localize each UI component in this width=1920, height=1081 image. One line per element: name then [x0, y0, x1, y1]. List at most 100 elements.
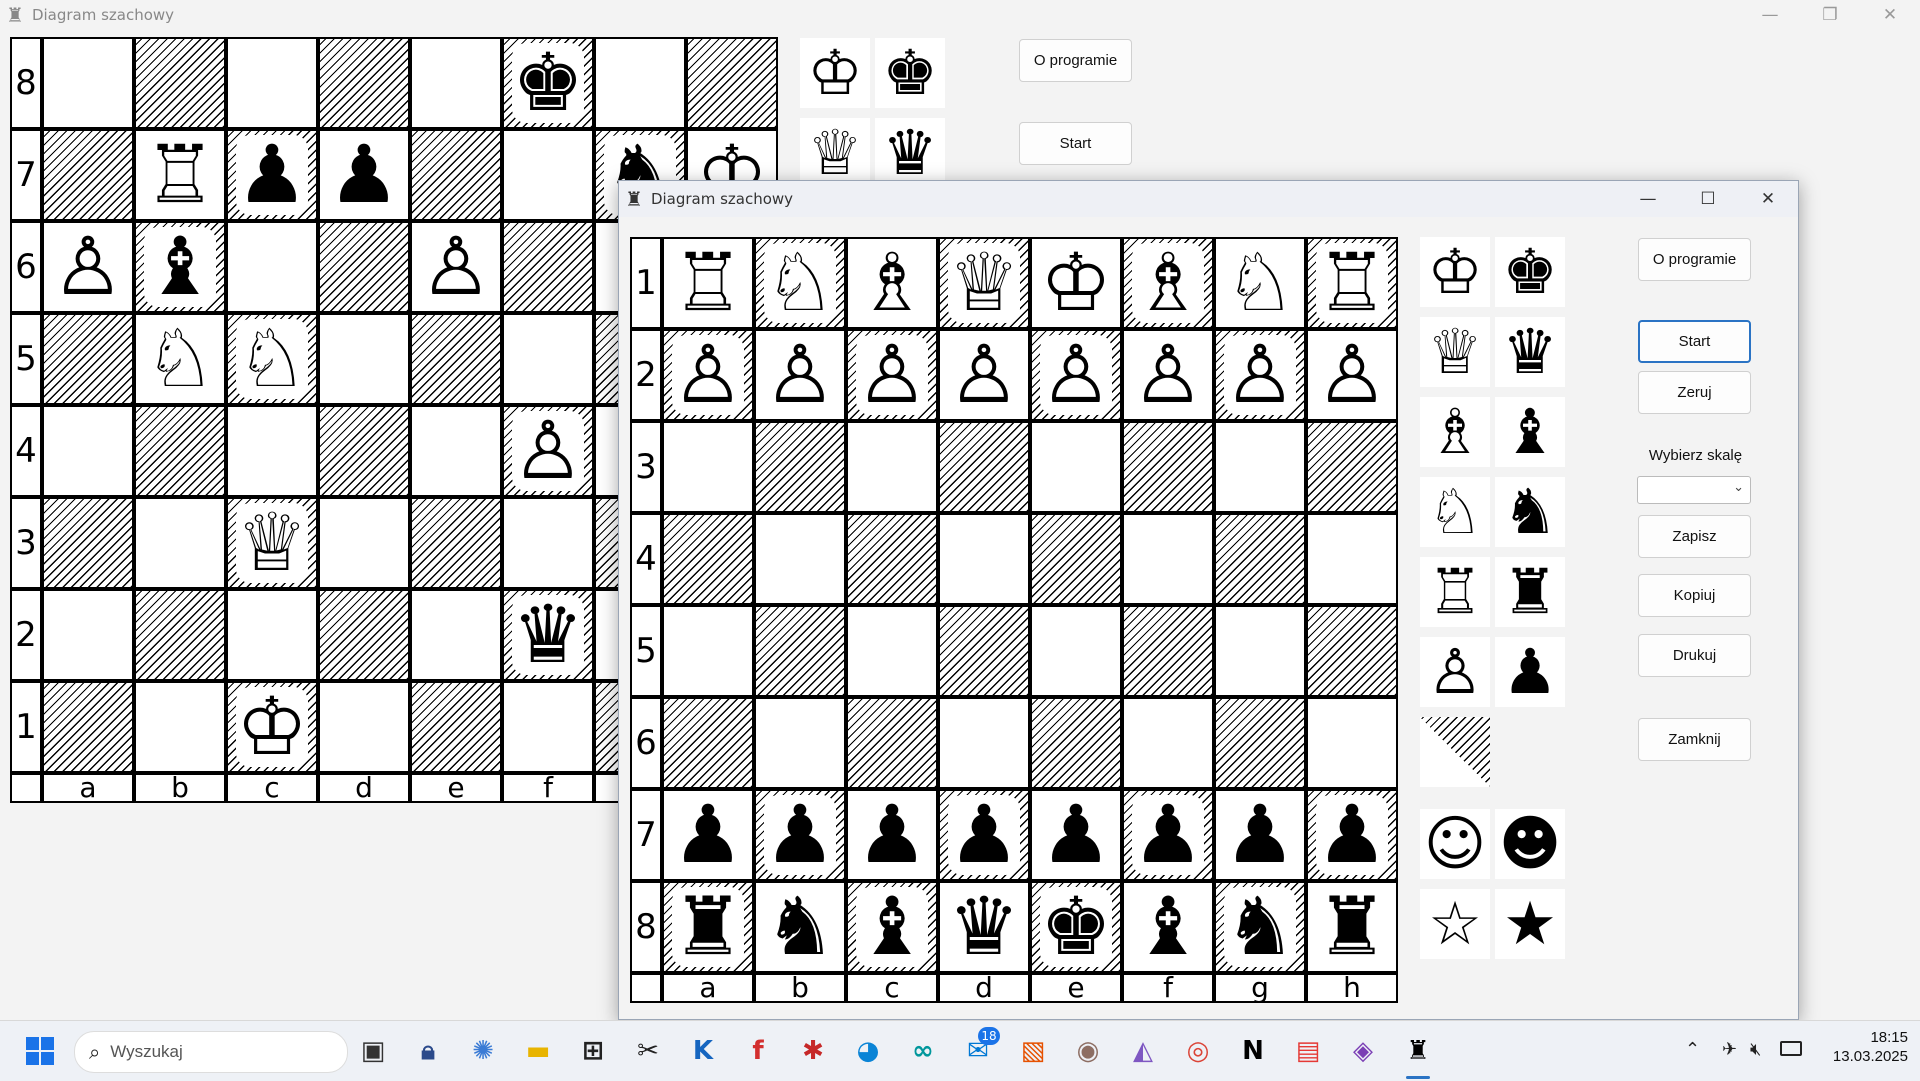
chess-piece[interactable]: ♗ [856, 243, 928, 323]
board-square[interactable] [1306, 697, 1398, 789]
board-square[interactable]: ♙ [1030, 329, 1122, 421]
affinity-icon[interactable]: ◭ [1123, 1031, 1163, 1071]
windows-start-icon[interactable] [20, 1031, 60, 1071]
chess-piece[interactable]: ♔ [1040, 243, 1112, 323]
board-square[interactable] [938, 421, 1030, 513]
palette-piece[interactable]: ♛ [875, 118, 945, 188]
chess-piece[interactable]: ♟ [1132, 795, 1204, 875]
board-square[interactable]: ♟ [1122, 789, 1214, 881]
task-view-icon[interactable]: ▣ [353, 1031, 393, 1071]
board-square[interactable] [226, 405, 318, 497]
board-square[interactable] [846, 605, 938, 697]
board-square[interactable] [318, 681, 410, 773]
board-square[interactable] [42, 129, 134, 221]
chess-piece[interactable]: ♕ [948, 243, 1020, 323]
board-square[interactable] [1214, 513, 1306, 605]
board-square[interactable] [42, 589, 134, 681]
network-icon[interactable]: ✈ [1722, 1039, 1737, 1060]
chess-piece[interactable]: ♟ [948, 795, 1020, 875]
chrome-icon[interactable]: ◎ [1178, 1031, 1218, 1071]
chess-piece[interactable]: ♟ [1316, 795, 1388, 875]
board-square[interactable]: ♙ [846, 329, 938, 421]
copy-button[interactable]: Kopiuj [1638, 574, 1751, 617]
board-square[interactable] [134, 405, 226, 497]
chess-piece[interactable]: ♟ [856, 795, 928, 875]
board-square[interactable] [502, 221, 594, 313]
visual-studio-icon[interactable]: ◈ [1343, 1031, 1383, 1071]
palette-piece[interactable]: ♛ [1495, 317, 1565, 387]
board-square[interactable] [318, 405, 410, 497]
board-square[interactable] [410, 589, 502, 681]
board-square[interactable] [502, 313, 594, 405]
board-square[interactable]: ♞ [754, 881, 846, 973]
chess-piece[interactable]: ♟ [236, 135, 308, 215]
f-app-icon[interactable]: f [738, 1031, 778, 1071]
board-square[interactable] [1122, 513, 1214, 605]
minimize-button[interactable]: — [1618, 181, 1678, 217]
star-icon[interactable]: ☆ [1420, 889, 1490, 959]
smiley-icon[interactable]: ☺ [1420, 809, 1490, 879]
board-square[interactable]: ♗ [1122, 237, 1214, 329]
calculator-icon[interactable]: ⊞ [573, 1031, 613, 1071]
notion-icon[interactable]: N [1233, 1031, 1273, 1071]
close-window-button[interactable]: ✕ [1860, 0, 1920, 30]
board-square[interactable]: ♟ [754, 789, 846, 881]
board-square[interactable]: ♜ [1306, 881, 1398, 973]
board-square[interactable] [410, 497, 502, 589]
chess-piece[interactable]: ♛ [948, 887, 1020, 967]
chess-piece[interactable]: ♟ [1224, 795, 1296, 875]
pdf-icon[interactable]: ▤ [1288, 1031, 1328, 1071]
board-square[interactable]: ♝ [134, 221, 226, 313]
board-square[interactable] [226, 589, 318, 681]
scale-select[interactable]: ⌄ [1637, 476, 1751, 504]
board-square[interactable] [410, 313, 502, 405]
board-square[interactable] [1030, 513, 1122, 605]
board-square[interactable] [410, 405, 502, 497]
chess-piece[interactable]: ♚ [512, 43, 584, 123]
board-square[interactable] [502, 497, 594, 589]
board-square[interactable] [938, 605, 1030, 697]
chess-piece[interactable]: ♔ [236, 687, 308, 767]
board-square[interactable]: ♟ [662, 789, 754, 881]
board-square[interactable]: ♘ [226, 313, 318, 405]
board-square[interactable] [662, 513, 754, 605]
board-square[interactable] [42, 681, 134, 773]
board-square[interactable] [1030, 697, 1122, 789]
board-square[interactable]: ♙ [754, 329, 846, 421]
board-square[interactable] [42, 405, 134, 497]
board-square[interactable]: ♟ [1306, 789, 1398, 881]
taskbar-search[interactable]: ⌕ Wyszukaj [74, 1031, 348, 1073]
volume-muted-icon[interactable]: 🔇︎ [1750, 1039, 1761, 1060]
board-square[interactable] [42, 37, 134, 129]
chess-piece[interactable]: ♙ [512, 411, 584, 491]
chess-piece[interactable]: ♖ [1316, 243, 1388, 323]
chess-piece[interactable]: ♟ [328, 135, 400, 215]
board-square[interactable] [1306, 605, 1398, 697]
maximize-button[interactable]: ☐ [1678, 181, 1738, 217]
board-square[interactable] [1122, 605, 1214, 697]
board-square[interactable] [410, 681, 502, 773]
chess-piece[interactable]: ♙ [420, 227, 492, 307]
reset-button[interactable]: Zeruj [1638, 371, 1751, 414]
palette-piece[interactable]: ♖ [1420, 557, 1490, 627]
board-square[interactable]: ♘ [754, 237, 846, 329]
board-square[interactable] [134, 497, 226, 589]
board-square[interactable]: ♝ [1122, 881, 1214, 973]
board-square[interactable] [134, 37, 226, 129]
board-square[interactable]: ♟ [846, 789, 938, 881]
board-square[interactable] [686, 37, 778, 129]
board-square[interactable] [1122, 421, 1214, 513]
chess-piece[interactable]: ♟ [672, 795, 744, 875]
chess-piece[interactable]: ♙ [1316, 335, 1388, 415]
arduino-icon[interactable]: ∞ [903, 1031, 943, 1071]
palette-piece[interactable]: ♔ [1420, 237, 1490, 307]
board-square[interactable] [754, 421, 846, 513]
board-square[interactable] [754, 513, 846, 605]
ki-app-icon[interactable]: K [683, 1031, 723, 1071]
palette-hatch-square[interactable] [1420, 717, 1490, 787]
board-square[interactable] [1030, 605, 1122, 697]
board-square[interactable] [318, 497, 410, 589]
board-square[interactable] [502, 681, 594, 773]
board-square[interactable]: ♖ [1306, 237, 1398, 329]
clock[interactable]: 18:15 13.03.2025 [1808, 1029, 1908, 1065]
